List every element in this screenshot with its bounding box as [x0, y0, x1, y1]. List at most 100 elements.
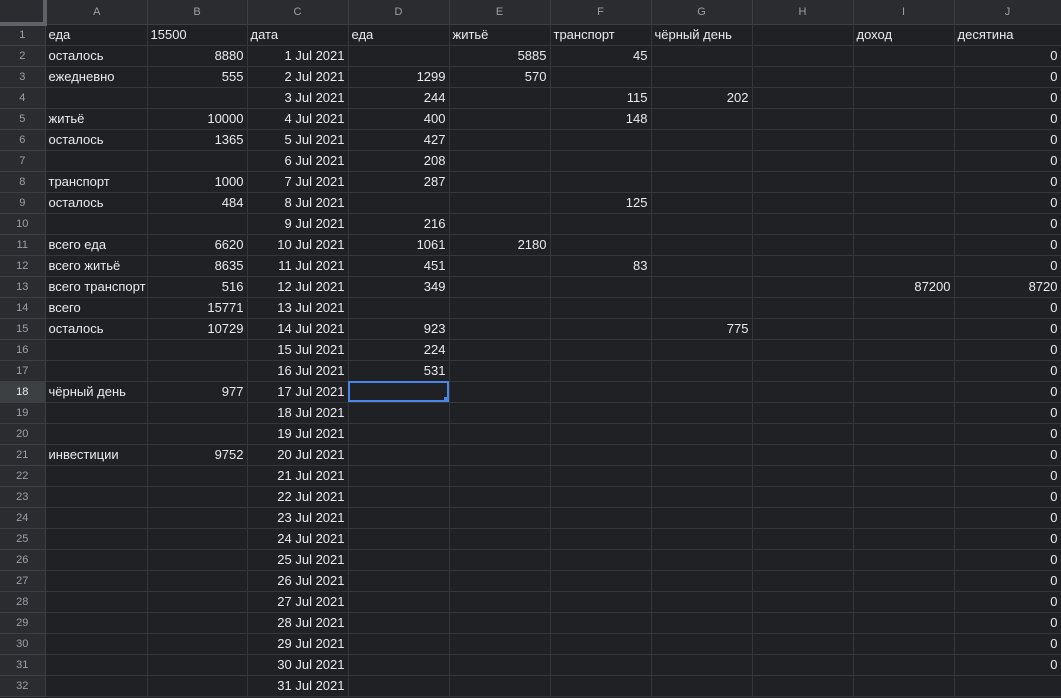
cell-g8[interactable]: [651, 171, 753, 193]
cell-d20[interactable]: [348, 423, 450, 445]
cell-f2[interactable]: 45: [550, 45, 652, 67]
cell-b25[interactable]: [147, 528, 248, 550]
cell-g25[interactable]: [651, 528, 753, 550]
cell-d16[interactable]: 224: [348, 339, 450, 361]
cell-e17[interactable]: [449, 360, 551, 382]
cell-c26[interactable]: 25 Jul 2021: [247, 549, 349, 571]
row-header[interactable]: 17: [0, 360, 46, 382]
cell-g10[interactable]: [651, 213, 753, 235]
cell-i12[interactable]: [853, 255, 955, 277]
cell-h4[interactable]: [752, 87, 854, 109]
cell-a18[interactable]: чёрный день: [45, 381, 148, 403]
cell-a10[interactable]: [45, 213, 148, 235]
cell-i15[interactable]: [853, 318, 955, 340]
cell-d25[interactable]: [348, 528, 450, 550]
cell-g7[interactable]: [651, 150, 753, 172]
cell-h31[interactable]: [752, 654, 854, 676]
cell-e22[interactable]: [449, 465, 551, 487]
column-header-d[interactable]: D: [348, 0, 450, 25]
row-header[interactable]: 22: [0, 465, 46, 487]
cell-a30[interactable]: [45, 633, 148, 655]
cell-c13[interactable]: 12 Jul 2021: [247, 276, 349, 298]
cell-b7[interactable]: [147, 150, 248, 172]
row-header[interactable]: 31: [0, 654, 46, 676]
cell-h24[interactable]: [752, 507, 854, 529]
cell-a31[interactable]: [45, 654, 148, 676]
cell-b23[interactable]: [147, 486, 248, 508]
cell-a17[interactable]: [45, 360, 148, 382]
cell-j28[interactable]: 0: [954, 591, 1061, 613]
cell-b2[interactable]: 8880: [147, 45, 248, 67]
cell-b9[interactable]: 484: [147, 192, 248, 214]
cell-g13[interactable]: [651, 276, 753, 298]
cell-d18[interactable]: [348, 381, 450, 403]
row-header[interactable]: 27: [0, 570, 46, 592]
cell-h9[interactable]: [752, 192, 854, 214]
cell-h5[interactable]: [752, 108, 854, 130]
cell-e30[interactable]: [449, 633, 551, 655]
cell-j29[interactable]: 0: [954, 612, 1061, 634]
cell-c11[interactable]: 10 Jul 2021: [247, 234, 349, 256]
cell-a2[interactable]: осталось: [45, 45, 148, 67]
cell-d19[interactable]: [348, 402, 450, 424]
cell-d14[interactable]: [348, 297, 450, 319]
cell-j22[interactable]: 0: [954, 465, 1061, 487]
cell-g17[interactable]: [651, 360, 753, 382]
cell-e14[interactable]: [449, 297, 551, 319]
cell-a13[interactable]: всего транспорт: [45, 276, 148, 298]
cell-f26[interactable]: [550, 549, 652, 571]
cell-d6[interactable]: 427: [348, 129, 450, 151]
cell-c27[interactable]: 26 Jul 2021: [247, 570, 349, 592]
cell-j2[interactable]: 0: [954, 45, 1061, 67]
cell-e19[interactable]: [449, 402, 551, 424]
cell-f6[interactable]: [550, 129, 652, 151]
cell-c1[interactable]: дата: [247, 24, 349, 46]
cell-e31[interactable]: [449, 654, 551, 676]
cell-d15[interactable]: 923: [348, 318, 450, 340]
cell-j14[interactable]: 0: [954, 297, 1061, 319]
cell-j11[interactable]: 0: [954, 234, 1061, 256]
cell-j18[interactable]: 0: [954, 381, 1061, 403]
cell-i11[interactable]: [853, 234, 955, 256]
cell-f28[interactable]: [550, 591, 652, 613]
cell-h29[interactable]: [752, 612, 854, 634]
cell-f9[interactable]: 125: [550, 192, 652, 214]
cell-j32[interactable]: [954, 675, 1061, 697]
cell-d9[interactable]: [348, 192, 450, 214]
cell-b21[interactable]: 9752: [147, 444, 248, 466]
row-header[interactable]: 28: [0, 591, 46, 613]
cell-e18[interactable]: [449, 381, 551, 403]
cell-i8[interactable]: [853, 171, 955, 193]
cell-e28[interactable]: [449, 591, 551, 613]
cell-c12[interactable]: 11 Jul 2021: [247, 255, 349, 277]
cell-h6[interactable]: [752, 129, 854, 151]
cell-j8[interactable]: 0: [954, 171, 1061, 193]
cell-c16[interactable]: 15 Jul 2021: [247, 339, 349, 361]
row-header[interactable]: 16: [0, 339, 46, 361]
cell-f25[interactable]: [550, 528, 652, 550]
cell-f3[interactable]: [550, 66, 652, 88]
cell-d29[interactable]: [348, 612, 450, 634]
cell-d5[interactable]: 400: [348, 108, 450, 130]
cell-h15[interactable]: [752, 318, 854, 340]
cell-f27[interactable]: [550, 570, 652, 592]
cell-a20[interactable]: [45, 423, 148, 445]
row-header[interactable]: 4: [0, 87, 46, 109]
cell-i7[interactable]: [853, 150, 955, 172]
cell-e20[interactable]: [449, 423, 551, 445]
cell-i10[interactable]: [853, 213, 955, 235]
cell-h19[interactable]: [752, 402, 854, 424]
cell-e13[interactable]: [449, 276, 551, 298]
cell-g29[interactable]: [651, 612, 753, 634]
cell-i22[interactable]: [853, 465, 955, 487]
row-header[interactable]: 26: [0, 549, 46, 571]
cell-g28[interactable]: [651, 591, 753, 613]
cell-f1[interactable]: транспорт: [550, 24, 652, 46]
row-header[interactable]: 32: [0, 675, 46, 697]
cell-d10[interactable]: 216: [348, 213, 450, 235]
cell-h14[interactable]: [752, 297, 854, 319]
cell-j17[interactable]: 0: [954, 360, 1061, 382]
column-header-f[interactable]: F: [550, 0, 652, 25]
cell-g20[interactable]: [651, 423, 753, 445]
cell-c10[interactable]: 9 Jul 2021: [247, 213, 349, 235]
